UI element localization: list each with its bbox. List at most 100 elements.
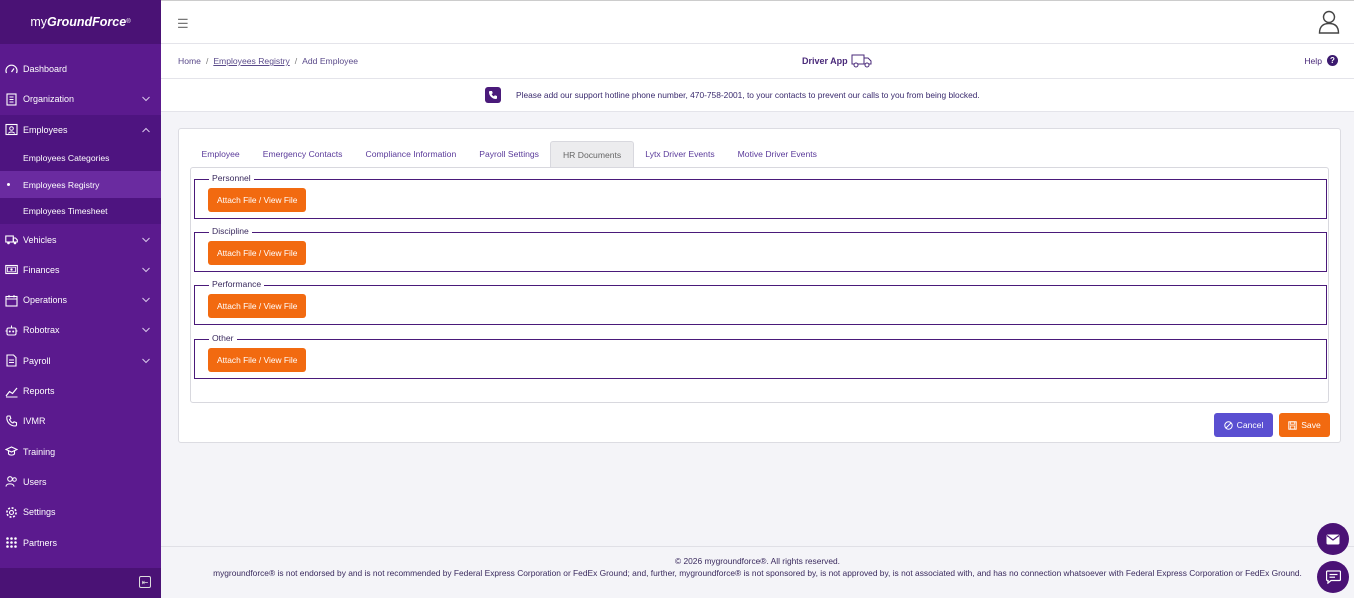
sidebar-item-label: Employees (23, 124, 68, 135)
employee-form-card: Employee Emergency Contacts Compliance Inf… (178, 128, 1341, 443)
chevron-down-icon (142, 297, 150, 303)
building-icon (4, 93, 18, 106)
sidebar-item-payroll[interactable]: Payroll (0, 346, 161, 376)
sidebar-item-reports[interactable]: Reports (0, 376, 161, 406)
footer: © 2026 mygroundforce®. All rights reserv… (161, 546, 1354, 598)
breadcrumb-bar: Home / Employees Registry / Add Employee Dri… (161, 44, 1354, 79)
sidebar-item-dashboard[interactable]: Dashboard (0, 54, 161, 84)
sidebar-item-users[interactable]: Users (0, 467, 161, 497)
chat-float-button[interactable] (1317, 561, 1349, 593)
sidebar-item-partners[interactable]: Partners (0, 527, 161, 557)
sidebar-item-label: Vehicles (23, 234, 57, 245)
sidebar-collapse-button[interactable]: ⇤ (0, 568, 161, 598)
help-link[interactable]: Help ? (1304, 55, 1338, 66)
driver-app-link[interactable]: Driver App (802, 53, 873, 68)
help-question-icon: ? (1327, 55, 1338, 66)
employees-submenu: Employees Categories Employees Registry Em… (0, 144, 161, 225)
sidebar-item-label: Training (23, 446, 56, 457)
sidebar-item-label: Dashboard (23, 64, 68, 75)
tab-lytx-driver-events[interactable]: Lytx Driver Events (634, 141, 726, 167)
sidebar-item-label: Users (23, 476, 47, 487)
delivery-truck-icon (851, 54, 872, 68)
sidebar-item-finances[interactable]: Finances (0, 255, 161, 285)
hamburger-menu-icon[interactable]: ☰ (177, 16, 189, 32)
sidebar-subitem-employees-categories[interactable]: Employees Categories (0, 145, 161, 172)
chevron-up-icon (142, 127, 150, 133)
breadcrumb-separator: / (294, 56, 298, 66)
cancel-label: Cancel (1236, 420, 1264, 430)
grid-icon (4, 536, 18, 549)
chevron-down-icon (142, 267, 150, 273)
cancel-icon (1223, 420, 1233, 430)
phone-icon (4, 415, 18, 428)
brand-mark: ® (126, 19, 131, 25)
tab-motive-driver-events[interactable]: Motive Driver Events (726, 141, 828, 167)
sidebar-item-organization[interactable]: Organization (0, 84, 161, 114)
form-tabs: Employee Emergency Contacts Compliance Inf… (190, 141, 828, 167)
breadcrumb-employees-registry[interactable]: Employees Registry (213, 56, 289, 66)
gear-icon (4, 506, 18, 519)
support-notice-bar: Please add our support hotline phone num… (161, 79, 1354, 112)
money-icon (4, 263, 18, 276)
brand-prefix: my (30, 15, 48, 29)
mail-icon (1326, 534, 1340, 544)
sidebar-subitem-employees-timesheet[interactable]: Employees Timesheet (0, 198, 161, 225)
save-icon (1288, 420, 1297, 430)
chevron-down-icon (142, 358, 150, 363)
user-avatar-icon[interactable] (1318, 10, 1340, 34)
footer-copyright: © 2026 mygroundforce®. All rights reserv… (674, 556, 841, 566)
sidebar-item-settings[interactable]: Settings (0, 497, 161, 527)
tab-employee[interactable]: Employee (190, 141, 251, 167)
email-float-button[interactable] (1317, 523, 1349, 555)
brand-logo[interactable]: my GroundForce ® (0, 0, 161, 44)
section-legend: Performance (209, 279, 265, 289)
sidebar-item-label: Organization (23, 94, 75, 105)
users-icon (4, 475, 18, 488)
sidebar-item-operations[interactable]: Operations (0, 285, 161, 315)
tab-compliance-information[interactable]: Compliance Information (354, 141, 468, 167)
sidebar-item-label: Operations (23, 295, 68, 306)
breadcrumb-current: Add Employee (302, 56, 359, 66)
attach-file-button[interactable]: Attach File / View File (208, 348, 307, 372)
sidebar-item-training[interactable]: Training (0, 436, 161, 466)
breadcrumb: Home / Employees Registry / Add Employee (178, 56, 358, 66)
robot-icon (4, 324, 18, 337)
attach-file-button[interactable]: Attach File / View File (208, 188, 307, 212)
sidebar-item-label: IVMR (23, 416, 46, 427)
section-other: Other Attach File / View File (194, 333, 1327, 379)
tab-emergency-contacts[interactable]: Emergency Contacts (251, 141, 354, 167)
driver-app-label: Driver App (802, 55, 848, 66)
phone-icon (485, 87, 501, 103)
breadcrumb-separator: / (205, 56, 209, 66)
sidebar-item-vehicles[interactable]: Vehicles (0, 224, 161, 254)
employees-icon (4, 123, 18, 136)
sidebar-subitem-employees-registry[interactable]: Employees Registry (0, 171, 161, 198)
collapse-icon: ⇤ (139, 576, 151, 588)
tab-payroll-settings[interactable]: Payroll Settings (468, 141, 551, 167)
truck-icon (4, 233, 18, 246)
dashboard-icon (4, 63, 18, 76)
sidebar-item-label: Robotrax (23, 325, 60, 336)
help-label: Help (1304, 55, 1322, 66)
sidebar-item-employees[interactable]: Employees (0, 114, 161, 145)
sidebar: my GroundForce ® Dashboard Organization Empl… (0, 0, 161, 598)
attach-file-button[interactable]: Attach File / View File (208, 294, 307, 318)
support-notice-text: Please add our support hotline phone num… (516, 90, 980, 100)
top-bar: ☰ (161, 0, 1354, 44)
chevron-down-icon (142, 328, 150, 333)
chevron-down-icon (142, 97, 150, 102)
cancel-button[interactable]: Cancel (1214, 413, 1273, 437)
breadcrumb-home[interactable]: Home (178, 56, 201, 66)
chevron-down-icon (142, 237, 150, 242)
section-legend: Other (209, 333, 237, 343)
tab-hr-documents[interactable]: HR Documents (550, 141, 634, 167)
sidebar-item-ivmr[interactable]: IVMR (0, 406, 161, 436)
sidebar-nav: Dashboard Organization Employees Employees … (0, 54, 161, 558)
sidebar-item-label: Reports (23, 386, 55, 397)
training-icon (4, 445, 18, 458)
section-performance: Performance Attach File / View File (194, 279, 1327, 325)
brand-bold: GroundForce (47, 15, 127, 29)
sidebar-item-robotrax[interactable]: Robotrax (0, 315, 161, 345)
save-button[interactable]: Save (1279, 413, 1330, 437)
attach-file-button[interactable]: Attach File / View File (208, 241, 307, 265)
